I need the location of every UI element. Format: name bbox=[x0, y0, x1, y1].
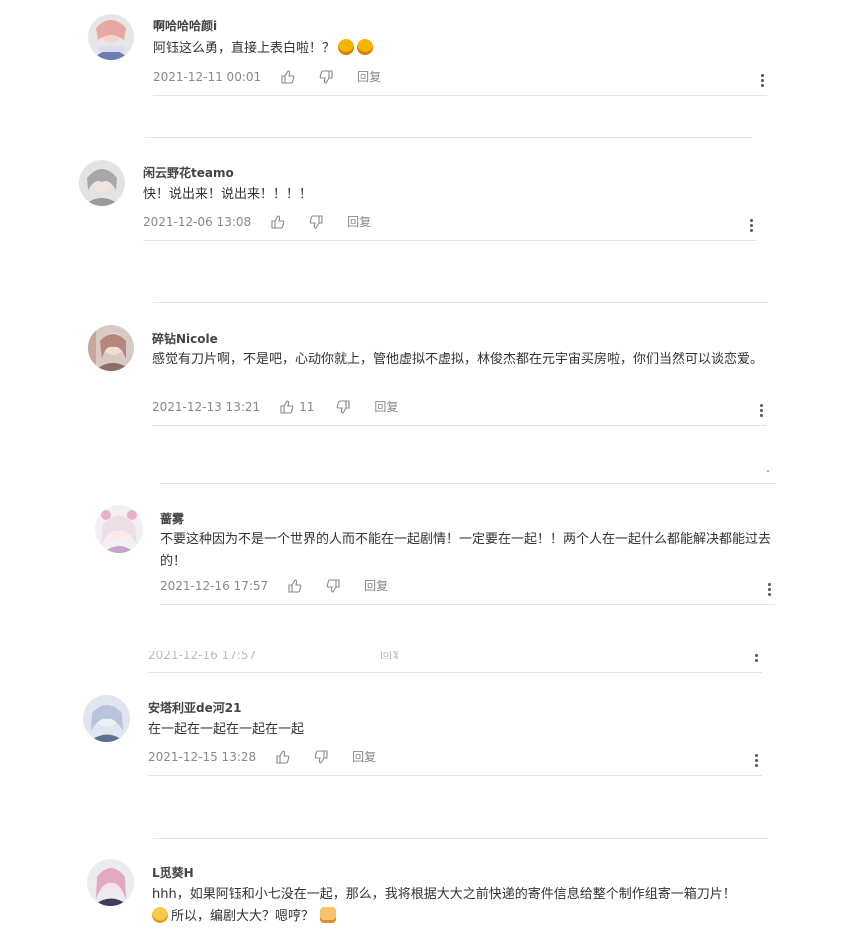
thumbs-up-icon bbox=[280, 399, 294, 414]
comment-meta: 2021-12-16 17:57 回复 bbox=[160, 577, 388, 594]
divider bbox=[153, 302, 768, 303]
comment-date: 2021-12-16 17:57 bbox=[148, 651, 257, 659]
username[interactable]: 碎钻Nicole bbox=[152, 330, 218, 347]
comment-text: 不要这种因为不是一个世界的人而不能在一起剧情！一定要在一起！！两个人在一起什么都… bbox=[160, 532, 772, 569]
reply-button[interactable]: 回复 bbox=[352, 748, 376, 765]
comment-date: 2021-12-16 17:57 bbox=[160, 578, 269, 593]
more-options-icon[interactable] bbox=[752, 653, 760, 663]
comment-text: hhh，如果阿钰和小七没在一起，那么，我将根据大大之前快递的寄件信息给整个制作组… bbox=[152, 884, 767, 928]
thumbs-up-icon bbox=[288, 578, 302, 593]
username[interactable]: 安塔利亚de河21 bbox=[148, 699, 241, 716]
like-button[interactable]: 11 bbox=[280, 400, 314, 414]
reply-button[interactable]: 回复 bbox=[374, 398, 398, 415]
thumbs-up-icon bbox=[271, 214, 285, 229]
username[interactable]: 闲云野花teamo bbox=[143, 164, 234, 181]
avatar[interactable] bbox=[87, 859, 134, 906]
divider bbox=[153, 95, 767, 96]
comment-meta: 2021-12-15 13:28 回复 bbox=[148, 748, 376, 765]
more-options-icon[interactable] bbox=[752, 753, 760, 769]
more-options-icon[interactable] bbox=[765, 582, 773, 598]
avatar[interactable] bbox=[88, 325, 134, 371]
divider bbox=[160, 483, 777, 484]
avatar[interactable] bbox=[83, 695, 130, 742]
comment-date: 2021-12-06 13:08 bbox=[143, 214, 252, 229]
dislike-button[interactable] bbox=[314, 749, 328, 764]
username[interactable]: L觅葵H bbox=[152, 864, 194, 881]
dislike-button[interactable] bbox=[319, 69, 333, 84]
username[interactable]: 蔷雾 bbox=[160, 510, 184, 527]
thumbs-down-icon bbox=[337, 399, 350, 414]
cropped-comment-meta: 2021-12-16 17:57 回复 bbox=[148, 651, 398, 659]
comment-text: 在一起在一起在一起在一起 bbox=[148, 722, 305, 737]
reply-button[interactable]: 回复 bbox=[357, 68, 381, 85]
scream-emoji-icon bbox=[357, 39, 374, 55]
reply-button[interactable]: 回复 bbox=[347, 213, 371, 230]
comment-text-content: hhh，如果阿钰和小七没在一起，那么，我将根据大大之前快递的寄件信息给整个制作组… bbox=[152, 887, 736, 902]
like-button[interactable] bbox=[276, 749, 290, 764]
divider bbox=[160, 604, 775, 605]
reply-button[interactable]: 回复 bbox=[364, 577, 388, 594]
reply-button[interactable]: 回复 bbox=[380, 651, 398, 659]
dislike-button[interactable] bbox=[326, 578, 340, 593]
divider bbox=[145, 137, 753, 138]
comment-text: 快！说出来！说出来！！！！ bbox=[143, 187, 313, 202]
avatar[interactable] bbox=[95, 505, 143, 553]
divider bbox=[143, 240, 757, 241]
comment-meta: 2021-12-11 00:01 回复 bbox=[153, 68, 381, 85]
cat-emoji-icon bbox=[320, 907, 337, 923]
stray-dot bbox=[767, 470, 769, 472]
thumbs-down-icon bbox=[309, 214, 323, 229]
like-button[interactable] bbox=[281, 69, 295, 84]
comment-date: 2021-12-15 13:28 bbox=[148, 749, 257, 764]
comment-text: 阿钰这么勇，直接上表白啦！？ bbox=[153, 38, 753, 60]
scream-emoji-icon bbox=[338, 39, 355, 55]
like-button[interactable] bbox=[271, 214, 285, 229]
more-options-icon[interactable] bbox=[757, 403, 765, 419]
avatar[interactable] bbox=[79, 160, 125, 206]
thumbs-down-icon bbox=[326, 578, 340, 593]
thumbs-up-icon bbox=[281, 69, 295, 84]
divider bbox=[152, 425, 766, 426]
thumbs-down-icon bbox=[319, 69, 333, 84]
comment-text-content: 阿钰这么勇，直接上表白啦！？ bbox=[153, 41, 336, 56]
divider bbox=[153, 838, 768, 839]
divider bbox=[148, 672, 762, 673]
avatar[interactable] bbox=[88, 14, 134, 60]
thumbs-down-icon bbox=[314, 749, 328, 764]
dislike-button[interactable] bbox=[336, 399, 350, 414]
dislike-button[interactable] bbox=[309, 214, 323, 229]
comment-meta: 2021-12-13 13:21 11 回复 bbox=[152, 398, 398, 415]
divider bbox=[148, 775, 762, 776]
thumbs-up-icon bbox=[276, 749, 290, 764]
comment-text-content: 所以，编剧大大？嗯哼？ bbox=[171, 909, 315, 924]
like-count: 11 bbox=[299, 399, 315, 414]
username[interactable]: 啊哈哈哈颜i bbox=[153, 17, 217, 34]
more-options-icon[interactable] bbox=[758, 73, 766, 89]
comment-meta: 2021-12-06 13:08 回复 bbox=[143, 213, 371, 230]
like-button[interactable] bbox=[288, 578, 302, 593]
comment-text: 感觉有刀片啊，不是吧，心动你就上，管他虚拟不虚拟，林俊杰都在元宇宙买房啦，你们当… bbox=[152, 352, 764, 367]
more-options-icon[interactable] bbox=[747, 218, 755, 234]
comment-date: 2021-12-11 00:01 bbox=[153, 69, 262, 84]
comment-date: 2021-12-13 13:21 bbox=[152, 399, 261, 414]
blush-emoji-icon bbox=[152, 907, 168, 923]
